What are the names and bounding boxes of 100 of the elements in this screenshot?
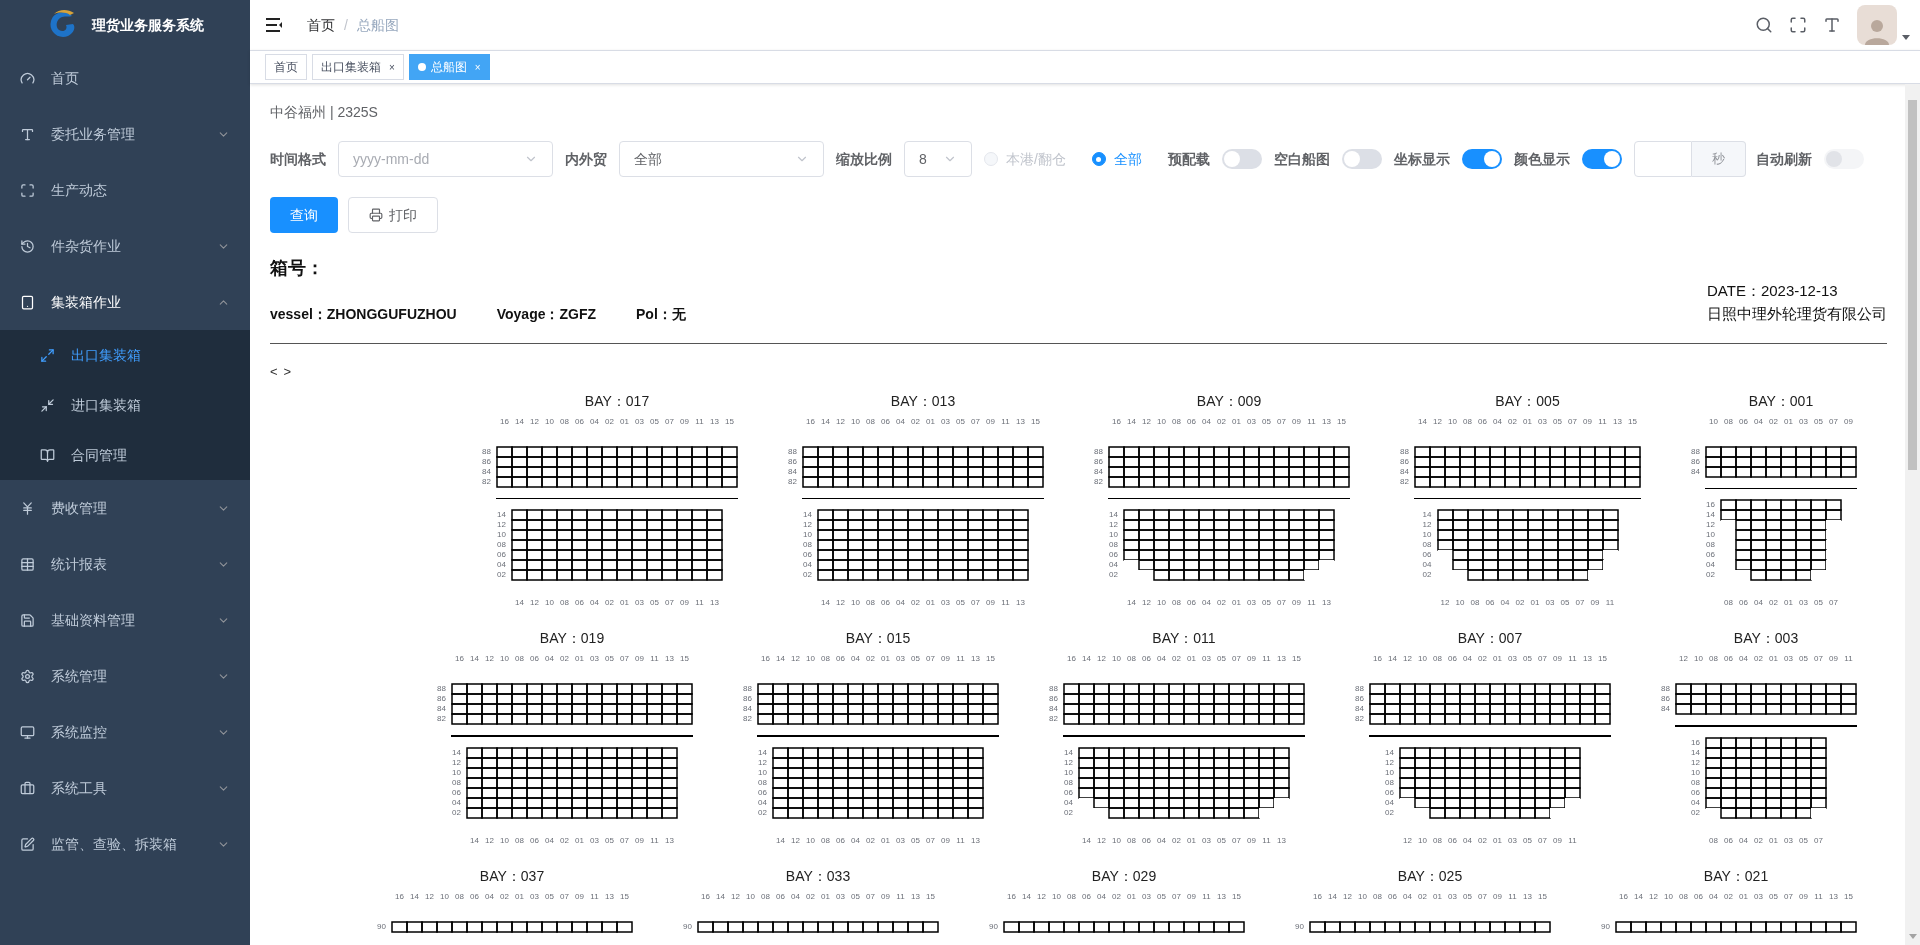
input-field[interactable] (1633, 141, 1692, 177)
font-size-icon[interactable] (1823, 16, 1841, 34)
menu-item[interactable]: 首页 (0, 50, 250, 106)
submenu-item[interactable]: 合同管理 (0, 430, 250, 480)
column-number: 06 (1693, 890, 1704, 903)
tab-label[interactable]: 首页 (274, 58, 298, 76)
menu-icon[interactable] (266, 18, 283, 32)
column-number: 04 (1708, 890, 1719, 903)
tier-number: 12 (1109, 520, 1118, 530)
radio-option[interactable]: 全部 (1091, 148, 1142, 170)
filter-label: 预配载 (1167, 149, 1210, 169)
tab[interactable]: 出口集装箱 × (312, 54, 404, 80)
caret-icon[interactable] (1902, 35, 1910, 41)
pager-link[interactable]: < (270, 362, 278, 382)
menu-item[interactable]: 统计报表 (0, 536, 250, 592)
column-number: 07 (970, 597, 981, 609)
column-number: 12 (1648, 890, 1659, 903)
menu-item[interactable]: 系统监控 (0, 704, 250, 760)
column-number: 01 (1126, 890, 1137, 903)
column-number: 04 (1201, 597, 1212, 609)
column-number: 13 (1612, 415, 1623, 428)
tier-number: 84 (1691, 466, 1700, 477)
filter-label: 坐标显示 (1393, 149, 1450, 169)
tab-label[interactable]: 出口集装箱 (321, 58, 381, 76)
avatar-placeholder[interactable] (1857, 5, 1897, 45)
clock-icon (20, 238, 35, 254)
menu-item[interactable]: 系统管理 (0, 648, 250, 704)
expand-icon (40, 347, 55, 363)
tier-number: 88 (1400, 446, 1409, 457)
column-number: 02 (1507, 415, 1518, 428)
fullscreen-icon[interactable] (1789, 16, 1807, 34)
column-number: 03 (1798, 597, 1809, 609)
column-number: 01 (1768, 834, 1779, 847)
column-number: 09 (880, 890, 891, 903)
tier-number: 08 (1109, 540, 1118, 550)
column-number: 04 (1096, 890, 1107, 903)
scroll-down-icon[interactable] (1908, 934, 1917, 939)
column-number: 10 (439, 890, 450, 903)
print-button[interactable]: 打印 (348, 197, 438, 233)
column-number: 01 (1492, 834, 1503, 847)
menu-item[interactable]: 生产动态 (0, 162, 250, 218)
menu-item[interactable]: 委托业务管理 (0, 106, 250, 162)
column-number: 11 (1261, 653, 1272, 665)
column-number: 01 (514, 890, 525, 903)
breadcrumb-item[interactable]: 首页 (307, 14, 335, 36)
column-number: 14 (1327, 890, 1338, 903)
tier-number: 88 (1691, 446, 1700, 457)
tier-number: 10 (497, 530, 506, 540)
column-number: 08 (1708, 834, 1719, 847)
menu-item[interactable]: 费收管理 (0, 480, 250, 536)
select-field[interactable]: 全部 (619, 141, 824, 177)
column-number: 05 (604, 653, 615, 665)
toggle-switch[interactable] (1221, 149, 1262, 169)
menu-item[interactable]: 件杂货作业 (0, 218, 250, 274)
tier-number: 88 (1094, 446, 1103, 457)
column-number: 11 (694, 415, 705, 428)
tier-number: 04 (1064, 797, 1073, 808)
bay-title: BAY：013 (890, 391, 956, 410)
column-number: 16 (1111, 415, 1122, 428)
column-number: 16 (1618, 890, 1629, 903)
column-number: 04 (1402, 890, 1413, 903)
column-number: 08 (1066, 890, 1077, 903)
toggle-switch[interactable] (1341, 149, 1382, 169)
column-number: 10 (1051, 890, 1062, 903)
pager-link[interactable]: > (283, 362, 292, 382)
column-number: 11 (1567, 834, 1578, 847)
column-number: 12 (730, 890, 741, 903)
scrollbar-thumb[interactable] (1908, 100, 1917, 470)
toggle-switch[interactable] (1461, 149, 1502, 169)
select-field[interactable]: 8 (904, 141, 972, 177)
search-icon[interactable] (1755, 16, 1773, 34)
tier-number: 06 (452, 787, 461, 798)
column-number: 13 (970, 653, 981, 665)
column-number: 06 (1141, 653, 1152, 665)
menu-item[interactable]: 基础资料管理 (0, 592, 250, 648)
column-number: 14 (1021, 890, 1032, 903)
tier-number: 14 (1109, 510, 1118, 520)
tab[interactable]: 首页 (265, 54, 307, 80)
column-number: 12 (529, 597, 540, 609)
column-number: 02 (1171, 653, 1182, 665)
menu-item[interactable]: 监管、查验、拆装箱 (0, 816, 250, 872)
column-number: 13 (709, 597, 720, 609)
column-number: 06 (529, 653, 540, 665)
submenu-item[interactable]: 出口集装箱 (0, 330, 250, 380)
submenu-item[interactable]: 进口集装箱 (0, 380, 250, 430)
tab-close[interactable]: × (389, 59, 395, 75)
bay-title: BAY：011 (1152, 629, 1216, 647)
bay-title: BAY：033 (785, 866, 851, 885)
menu-item[interactable]: 集装箱作业 (0, 274, 250, 330)
column-number: 02 (604, 415, 615, 428)
column-number: 14 (1417, 415, 1428, 428)
column-number: 14 (514, 415, 525, 428)
menu-item[interactable]: 系统工具 (0, 760, 250, 816)
tier-number: 08 (1706, 540, 1715, 550)
ship-voyage: 中谷福州 | 2325S (270, 103, 379, 122)
column-number: 13 (1321, 597, 1332, 609)
column-number: 02 (865, 653, 876, 665)
tier-number: 08 (803, 540, 812, 550)
tier-number: 08 (1691, 777, 1700, 788)
toggle-switch[interactable] (1581, 149, 1622, 169)
